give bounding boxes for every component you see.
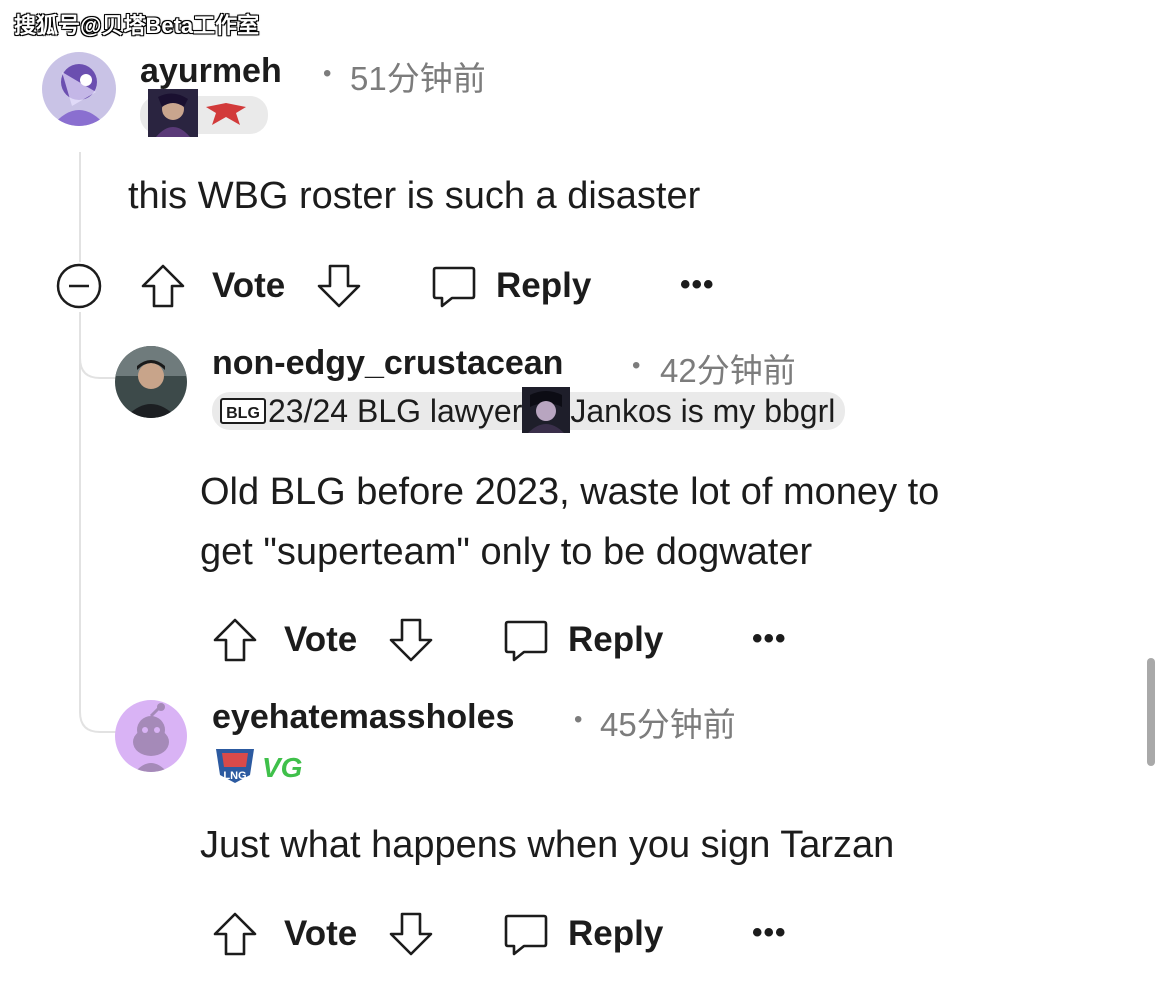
separator-dot: • [632,352,641,379]
downvote-icon[interactable] [387,910,435,958]
more-options-button[interactable]: ••• [752,622,787,656]
avatar[interactable] [115,346,187,418]
reply-button[interactable]: Reply [430,262,591,310]
reply-label: Reply [568,914,664,953]
thread-connector-2 [79,688,119,733]
thread-connector-1 [79,330,119,379]
comment-body: Old BLG before 2023, waste lot of money … [200,462,939,582]
reply-button[interactable]: Reply [502,910,663,958]
vote-label: Vote [212,266,286,305]
thread-line-children-2 [79,640,81,692]
separator-dot: • [323,60,332,87]
comment-body-line: Old BLG before 2023, waste lot of money … [200,471,940,513]
reply-icon [432,266,476,308]
blg-logo-icon: BLG [220,398,266,424]
lng-logo-icon: LNG [216,749,254,783]
comment-body-line: get "superteam" only to be dogwater [200,531,813,573]
username[interactable]: non-edgy_crustacean [212,344,563,383]
vg-logo-icon: VG [262,752,302,783]
username[interactable]: ayurmeh [140,52,282,91]
reply-icon [504,620,548,662]
reply-label: Reply [496,266,592,305]
blg-logo-text: BLG [226,405,260,422]
vg-logo-text: VG [262,752,302,783]
user-flair: LNG VG [212,745,312,785]
reply-label: Reply [568,620,664,659]
upvote-icon[interactable] [211,910,259,958]
thread-line-main [79,152,81,262]
vote-label: Vote [284,620,358,659]
flair-text-2: Jankos is my bbgrl [570,392,836,429]
watermark: 搜狐号@贝塔Beta工作室 [14,13,260,38]
reply-icon [504,914,548,956]
downvote-icon[interactable] [387,616,435,664]
upvote-icon[interactable] [211,616,259,664]
more-options-button[interactable]: ••• [680,268,715,302]
collapse-icon[interactable] [55,262,103,310]
team-logo-icon [206,103,246,125]
scrollbar[interactable] [1147,658,1155,766]
avatar[interactable] [115,700,187,772]
more-options-button[interactable]: ••• [752,916,787,950]
vote-label: Vote [284,914,358,953]
flair-text-1: 23/24 BLG lawyer [268,392,523,429]
upvote-icon[interactable] [139,262,187,310]
lng-logo-text: LNG [223,770,246,782]
comment-body: this WBG roster is such a disaster [128,175,701,217]
timestamp: 45分钟前 [600,706,736,743]
timestamp: 51分钟前 [350,60,486,97]
champion-icon [522,387,571,433]
separator-dot: • [574,706,583,733]
comment-body: Just what happens when you sign Tarzan [200,824,895,866]
timestamp: 42分钟前 [660,352,796,389]
reply-button[interactable]: Reply [502,616,663,664]
username[interactable]: eyehatemassholes [212,698,514,737]
champion-icon [148,88,198,137]
user-flair: BLG 23/24 BLG lawyer Jankos is my bbgrl [212,387,846,433]
user-flair [140,88,268,137]
avatar[interactable] [42,52,116,126]
downvote-icon[interactable] [315,262,363,310]
